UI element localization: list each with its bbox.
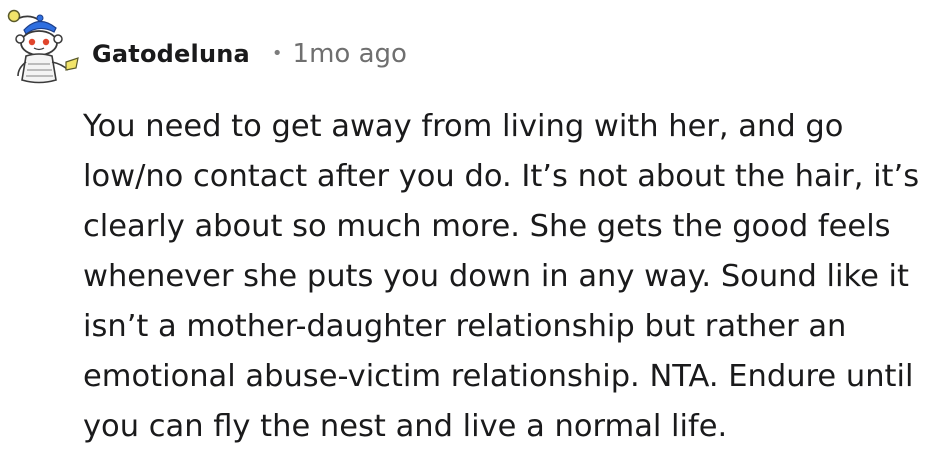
meta-separator: •	[271, 42, 283, 64]
username-link[interactable]: Gatodeluna	[92, 40, 250, 68]
snoo-avatar-icon[interactable]	[6, 6, 82, 88]
comment-body-line: clearly about so much more. She gets the…	[83, 209, 891, 244]
comment-body-line: low/no contact after you do. It’s not ab…	[83, 159, 920, 194]
comment-timestamp[interactable]: 1mo ago	[293, 39, 407, 69]
comment-body-line: you can fly the nest and live a normal l…	[83, 409, 728, 444]
comment-body-line: You need to get away from living with he…	[83, 109, 844, 144]
comment: Gatodeluna • 1mo ago You need to get awa…	[0, 0, 947, 459]
comment-body-line: isn’t a mother-daughter relationship but…	[83, 309, 847, 344]
comment-body-line: whenever she puts you down in any way. S…	[83, 259, 909, 294]
comment-body-line: emotional abuse-victim relationship. NTA…	[83, 359, 914, 394]
comment-body: You need to get away from living with he…	[83, 102, 943, 452]
comment-meta: Gatodeluna • 1mo ago	[92, 34, 407, 74]
